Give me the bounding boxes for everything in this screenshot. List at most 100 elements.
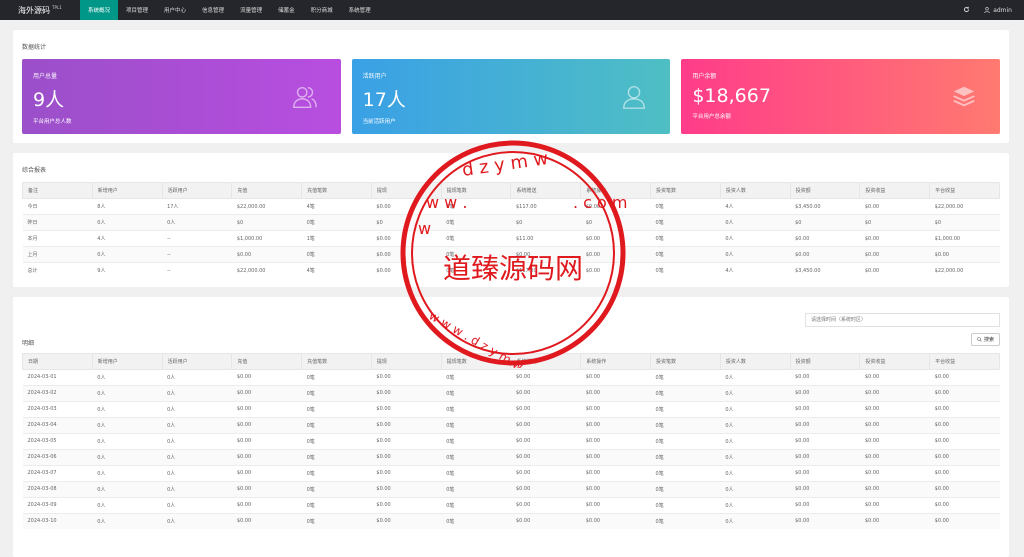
table-row: 2024-03-09 0人 0人 $0.00 0笔 $0.00 0笔 $0.00 $0.00 0笔…	[22, 496, 1000, 513]
table-cell: $0.00	[859, 262, 930, 279]
table-cell: $0.00	[371, 464, 442, 481]
table-cell: 0笔	[441, 512, 511, 529]
brand-logo[interactable]: 海外源码 TPL1	[0, 5, 80, 16]
table-cell: 0人	[162, 480, 232, 497]
nav-item-5[interactable]: 储蓄金	[270, 0, 303, 20]
table-cell: $11.00	[510, 230, 581, 247]
column-header: 备注	[22, 182, 93, 199]
table-cell: 0人	[162, 368, 232, 385]
table-cell: 17人	[162, 198, 232, 215]
table-cell: $0.00	[371, 400, 442, 417]
column-header: 充值笔数	[301, 182, 372, 199]
table-cell: 0人	[720, 416, 791, 433]
summary-panel: 综合报表 备注 新增用户 活跃用户 充值 充值笔数 提现 提现笔数 系统赠送 系统操作 投资笔数投…	[13, 153, 1009, 287]
table-cell: $0.00	[371, 368, 442, 385]
table-cell: $0.00	[510, 416, 581, 433]
table-cell: $22,000.00	[231, 262, 302, 279]
search-button[interactable]: 搜索	[970, 332, 1000, 346]
table-cell: 1笔	[301, 230, 372, 247]
table-row: 2024-03-02 0人 0人 $0.00 0笔 $0.00 0笔 $0.00 $0.00 0笔…	[22, 384, 1000, 401]
date-range-input[interactable]	[805, 312, 1000, 327]
table-cell: $0.00	[859, 368, 930, 385]
table-row: 上月 0人 -- $0.00 0笔 $0.00 0笔 $0.00 $0.00 0笔 0人 $0.00 $…	[22, 246, 1000, 263]
table-cell: $0.00	[790, 230, 860, 247]
nav-item-2[interactable]: 用户中心	[156, 0, 194, 20]
table-cell: 0人	[92, 416, 163, 433]
column-header: 提现笔数	[440, 352, 512, 370]
table-cell: 0人	[92, 400, 163, 417]
table-cell: 0笔	[441, 400, 511, 417]
table-cell: $0.00	[929, 480, 1000, 497]
table-cell: 0笔	[650, 230, 721, 247]
table-cell: $1,000.00	[929, 230, 1000, 247]
table-cell: $0.00	[929, 432, 1000, 449]
table-cell: $0.00	[580, 480, 651, 497]
table-cell: $0.00	[859, 512, 930, 529]
table-cell: $0.00	[580, 368, 651, 385]
table-row: 2024-03-04 0人 0人 $0.00 0笔 $0.00 0笔 $0.00 $0.00 0笔…	[22, 416, 1000, 433]
table-cell: $0.00	[790, 512, 860, 529]
table-cell: 0笔	[650, 368, 721, 385]
table-cell: 0笔	[441, 262, 511, 279]
table-cell: $0	[790, 214, 860, 231]
table-cell: --	[162, 246, 232, 263]
table-cell: $0.00	[859, 230, 930, 247]
table-cell: $0.00	[510, 368, 581, 385]
column-header: 系统操作	[580, 182, 652, 199]
table-cell: $0.00	[231, 480, 302, 497]
table-cell: $0.00	[859, 416, 930, 433]
table-cell: 2024-03-05	[22, 432, 93, 449]
table-cell: $0.00	[371, 262, 442, 279]
table-cell: $1,000.00	[231, 230, 302, 247]
table-cell: $117.00	[510, 198, 581, 215]
column-header: 投资额	[789, 182, 861, 199]
column-header: 系统赠送	[510, 352, 582, 370]
column-header: 提现	[370, 352, 442, 370]
table-cell: 4人	[720, 198, 791, 215]
main-nav: 系统概况 项目管理 用户中心 信息管理 流量管理 储蓄金 积分商城 系统管理	[80, 0, 379, 20]
nav-item-6[interactable]: 积分商城	[303, 0, 341, 20]
table-cell: 0笔	[650, 416, 721, 433]
table-cell: $0.00	[929, 416, 1000, 433]
nav-item-4[interactable]: 流量管理	[232, 0, 270, 20]
table-cell: $3,450.00	[790, 198, 860, 215]
table-cell: $0.00	[790, 496, 860, 513]
top-right-tools: admin	[963, 0, 1012, 20]
table-cell: $0.00	[371, 496, 442, 513]
refresh-icon[interactable]	[963, 6, 970, 15]
table-row: 总计 9人 -- $22,000.00 4笔 $0.00 0笔 $117.00 $0.00 0笔 4…	[22, 262, 1000, 279]
main-content: 数据统计 用户总量 9人 平台用户总人数 活跃用户 17人 当前活跃用户 用户余…	[13, 30, 1009, 557]
nav-item-3[interactable]: 信息管理	[194, 0, 232, 20]
table-cell: $0.00	[929, 464, 1000, 481]
table-cell: 0笔	[301, 384, 372, 401]
table-cell: 0笔	[650, 262, 721, 279]
table-cell: 0人	[720, 384, 791, 401]
user-menu[interactable]: admin	[984, 7, 1012, 14]
table-cell: $22,000.00	[929, 262, 1000, 279]
table-cell: 0笔	[301, 368, 372, 385]
table-cell: 0笔	[301, 246, 372, 263]
table-cell: 0人	[162, 448, 232, 465]
card-sub: 当前活跃用户	[362, 119, 396, 125]
table-cell: $0.00	[859, 198, 930, 215]
table-cell: $0.00	[371, 480, 442, 497]
nav-item-7[interactable]: 系统管理	[341, 0, 379, 20]
table-cell: $0.00	[231, 512, 302, 529]
table-cell: $0.00	[231, 246, 302, 263]
table-cell: $0.00	[580, 432, 651, 449]
table-cell: 0笔	[441, 480, 511, 497]
table-cell: $0.00	[580, 400, 651, 417]
table-cell: 0笔	[301, 464, 372, 481]
table-cell: $0.00	[790, 416, 860, 433]
table-cell: 0人	[720, 464, 791, 481]
table-cell: 0人	[92, 512, 163, 529]
table-cell: 本月	[22, 230, 93, 247]
table-cell: 0人	[162, 512, 232, 529]
nav-item-1[interactable]: 项目管理	[118, 0, 156, 20]
table-cell: --	[162, 262, 232, 279]
table-cell: $3,450.00	[790, 262, 860, 279]
table-row: 2024-03-01 0人 0人 $0.00 0笔 $0.00 0笔 $0.00 $0.00 0笔…	[22, 368, 1000, 385]
table-cell: 0笔	[301, 214, 372, 231]
table-cell: $0.00	[231, 384, 302, 401]
nav-item-0[interactable]: 系统概况	[80, 0, 119, 20]
